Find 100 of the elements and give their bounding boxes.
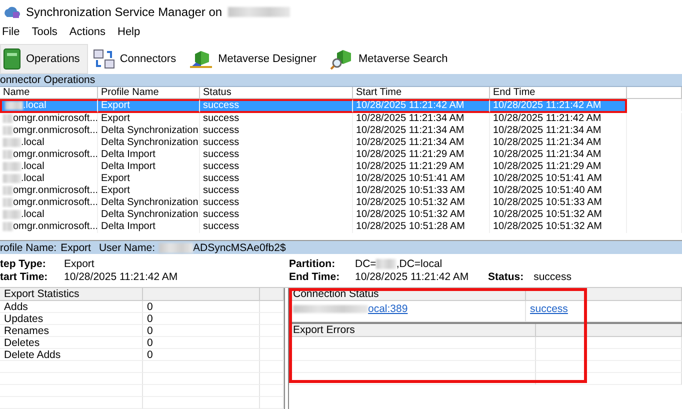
table-cell: success <box>200 197 353 210</box>
end-time-label: End Time: <box>289 271 341 283</box>
toolbar-button[interactable]: Operations <box>0 44 88 74</box>
column-header: Export Statistics <box>0 288 143 301</box>
partition-value: DC= ,DC=local <box>355 258 444 270</box>
statistic-value: 0 <box>143 349 260 361</box>
redaction-blur <box>158 242 193 253</box>
table-cell: Export <box>98 185 200 198</box>
statistic-label: Renames <box>0 325 143 337</box>
table-cell: Export <box>98 173 200 186</box>
table-cell: Export <box>98 113 200 126</box>
partition-label: Partition: <box>289 258 336 270</box>
table-cell: 10/28/2025 10:51:28 AM <box>353 221 490 234</box>
statistic-label: Updates <box>0 313 143 325</box>
end-time-value: 10/28/2025 11:21:42 AM <box>355 271 470 283</box>
table-cell: 10/28/2025 11:21:34 AM <box>490 125 627 138</box>
table-cell: 10/28/2025 11:21:34 AM <box>353 113 490 126</box>
book-icon <box>3 48 21 70</box>
table-cell: 10/28/2025 11:21:29 AM <box>353 161 490 174</box>
table-cell: success <box>200 221 353 234</box>
table-cell: 10/28/2025 11:21:34 AM <box>353 125 490 138</box>
table-cell: Delta Synchronization <box>98 209 200 222</box>
table-cell: 10/28/2025 11:21:29 AM <box>353 149 490 162</box>
menu-item[interactable]: Help <box>118 26 140 38</box>
profile-name-value: Export <box>60 242 91 254</box>
cube-icon <box>189 48 214 69</box>
table-cell: success <box>200 209 353 222</box>
statistic-value: 0 <box>143 301 260 313</box>
table-cell: 10/28/2025 10:51:32 AM <box>353 197 490 210</box>
table-cell: .local <box>0 161 98 174</box>
table-cell: .local <box>0 173 98 186</box>
table-cell: Export <box>98 99 200 114</box>
table-cell: omgr.onmicrosoft... <box>0 113 98 126</box>
table-cell: 10/28/2025 10:51:33 AM <box>490 197 627 210</box>
table-cell: Delta Synchronization <box>98 197 200 210</box>
table-cell: success <box>200 149 353 162</box>
table-cell <box>260 313 284 325</box>
start-time-label: tart Time: <box>0 271 49 283</box>
table-cell <box>260 337 284 349</box>
table-cell <box>260 301 284 313</box>
table-cell: Delta Import <box>98 221 200 234</box>
window-title: Synchronization Service Manager on <box>26 4 222 19</box>
step-type-value: Export <box>64 258 96 270</box>
table-cell: 10/28/2025 10:51:32 AM <box>490 221 627 234</box>
statistic-value: 0 <box>143 313 260 325</box>
start-time-value: 10/28/2025 11:21:42 AM <box>64 271 179 283</box>
status-link[interactable]: success <box>530 303 568 315</box>
table-cell: 10/28/2025 10:51:32 AM <box>490 209 627 222</box>
table-cell: 10/28/2025 10:51:41 AM <box>353 173 490 186</box>
table-cell: Delta Import <box>98 161 200 174</box>
statistic-label: Delete Adds <box>0 349 143 361</box>
table-cell: Delta Synchronization <box>98 137 200 150</box>
toolbar-button[interactable]: Metaverse Search <box>326 44 456 74</box>
menu-item[interactable]: File <box>2 26 20 38</box>
table-cell: success <box>200 125 353 138</box>
server-link[interactable]: ocal:389 <box>368 303 408 315</box>
menu-item[interactable]: Tools <box>32 26 58 38</box>
app-icon <box>4 4 20 19</box>
table-cell <box>260 373 284 385</box>
statistic-value: 0 <box>143 325 260 337</box>
table-cell: 10/28/2025 11:21:42 AM <box>353 99 490 114</box>
table-cell <box>260 325 284 337</box>
table-cell: 10/28/2025 10:51:33 AM <box>353 185 490 198</box>
status-value: success <box>534 271 572 283</box>
table-cell: success <box>200 99 353 114</box>
statistic-label: Deletes <box>0 337 143 349</box>
user-name-label: User Name: <box>98 242 155 254</box>
section-title: onnector Operations <box>0 74 96 86</box>
table-cell: Delta Import <box>98 149 200 162</box>
table-cell: Delta Synchronization <box>98 125 200 138</box>
table-cell: omgr.onmicrosoft... <box>0 221 98 234</box>
table-cell: 10/28/2025 11:21:34 AM <box>490 137 627 150</box>
table-cell: omgr.onmicrosoft... <box>0 185 98 198</box>
status-label: Status: <box>488 271 524 283</box>
toolbar-button[interactable]: Connectors <box>90 44 184 74</box>
statistic-value: 0 <box>143 337 260 349</box>
table-cell: .local <box>0 209 98 222</box>
table-cell: .local <box>0 137 98 150</box>
user-name-value: ADSyncMSAe0fb2$ <box>192 242 286 254</box>
table-cell: success <box>200 161 353 174</box>
table-cell: 10/28/2025 11:21:42 AM <box>490 99 627 114</box>
table-cell: 10/28/2025 11:21:34 AM <box>490 149 627 162</box>
table-cell: 10/28/2025 11:21:29 AM <box>490 161 627 174</box>
table-cell: success <box>200 173 353 186</box>
menu-item[interactable]: Actions <box>69 26 106 38</box>
column-header: Export Errors <box>289 324 536 337</box>
cube-search-icon <box>330 48 354 70</box>
table-cell: success <box>200 113 353 126</box>
table-cell: 10/28/2025 10:51:41 AM <box>490 173 627 186</box>
statistic-label: Adds <box>0 301 143 313</box>
column-header[interactable]: Profile Name <box>98 87 200 100</box>
profile-name-label: rofile Name: <box>0 242 57 254</box>
table-cell <box>260 397 284 409</box>
toolbar-button[interactable]: Metaverse Designer <box>186 44 325 74</box>
column-header[interactable]: Start Time <box>353 87 490 100</box>
column-header[interactable]: Name <box>0 87 98 100</box>
table-cell: success <box>200 137 353 150</box>
column-header[interactable]: Status <box>200 87 353 100</box>
table-cell: 10/28/2025 10:51:32 AM <box>353 209 490 222</box>
column-header[interactable]: End Time <box>490 87 627 100</box>
